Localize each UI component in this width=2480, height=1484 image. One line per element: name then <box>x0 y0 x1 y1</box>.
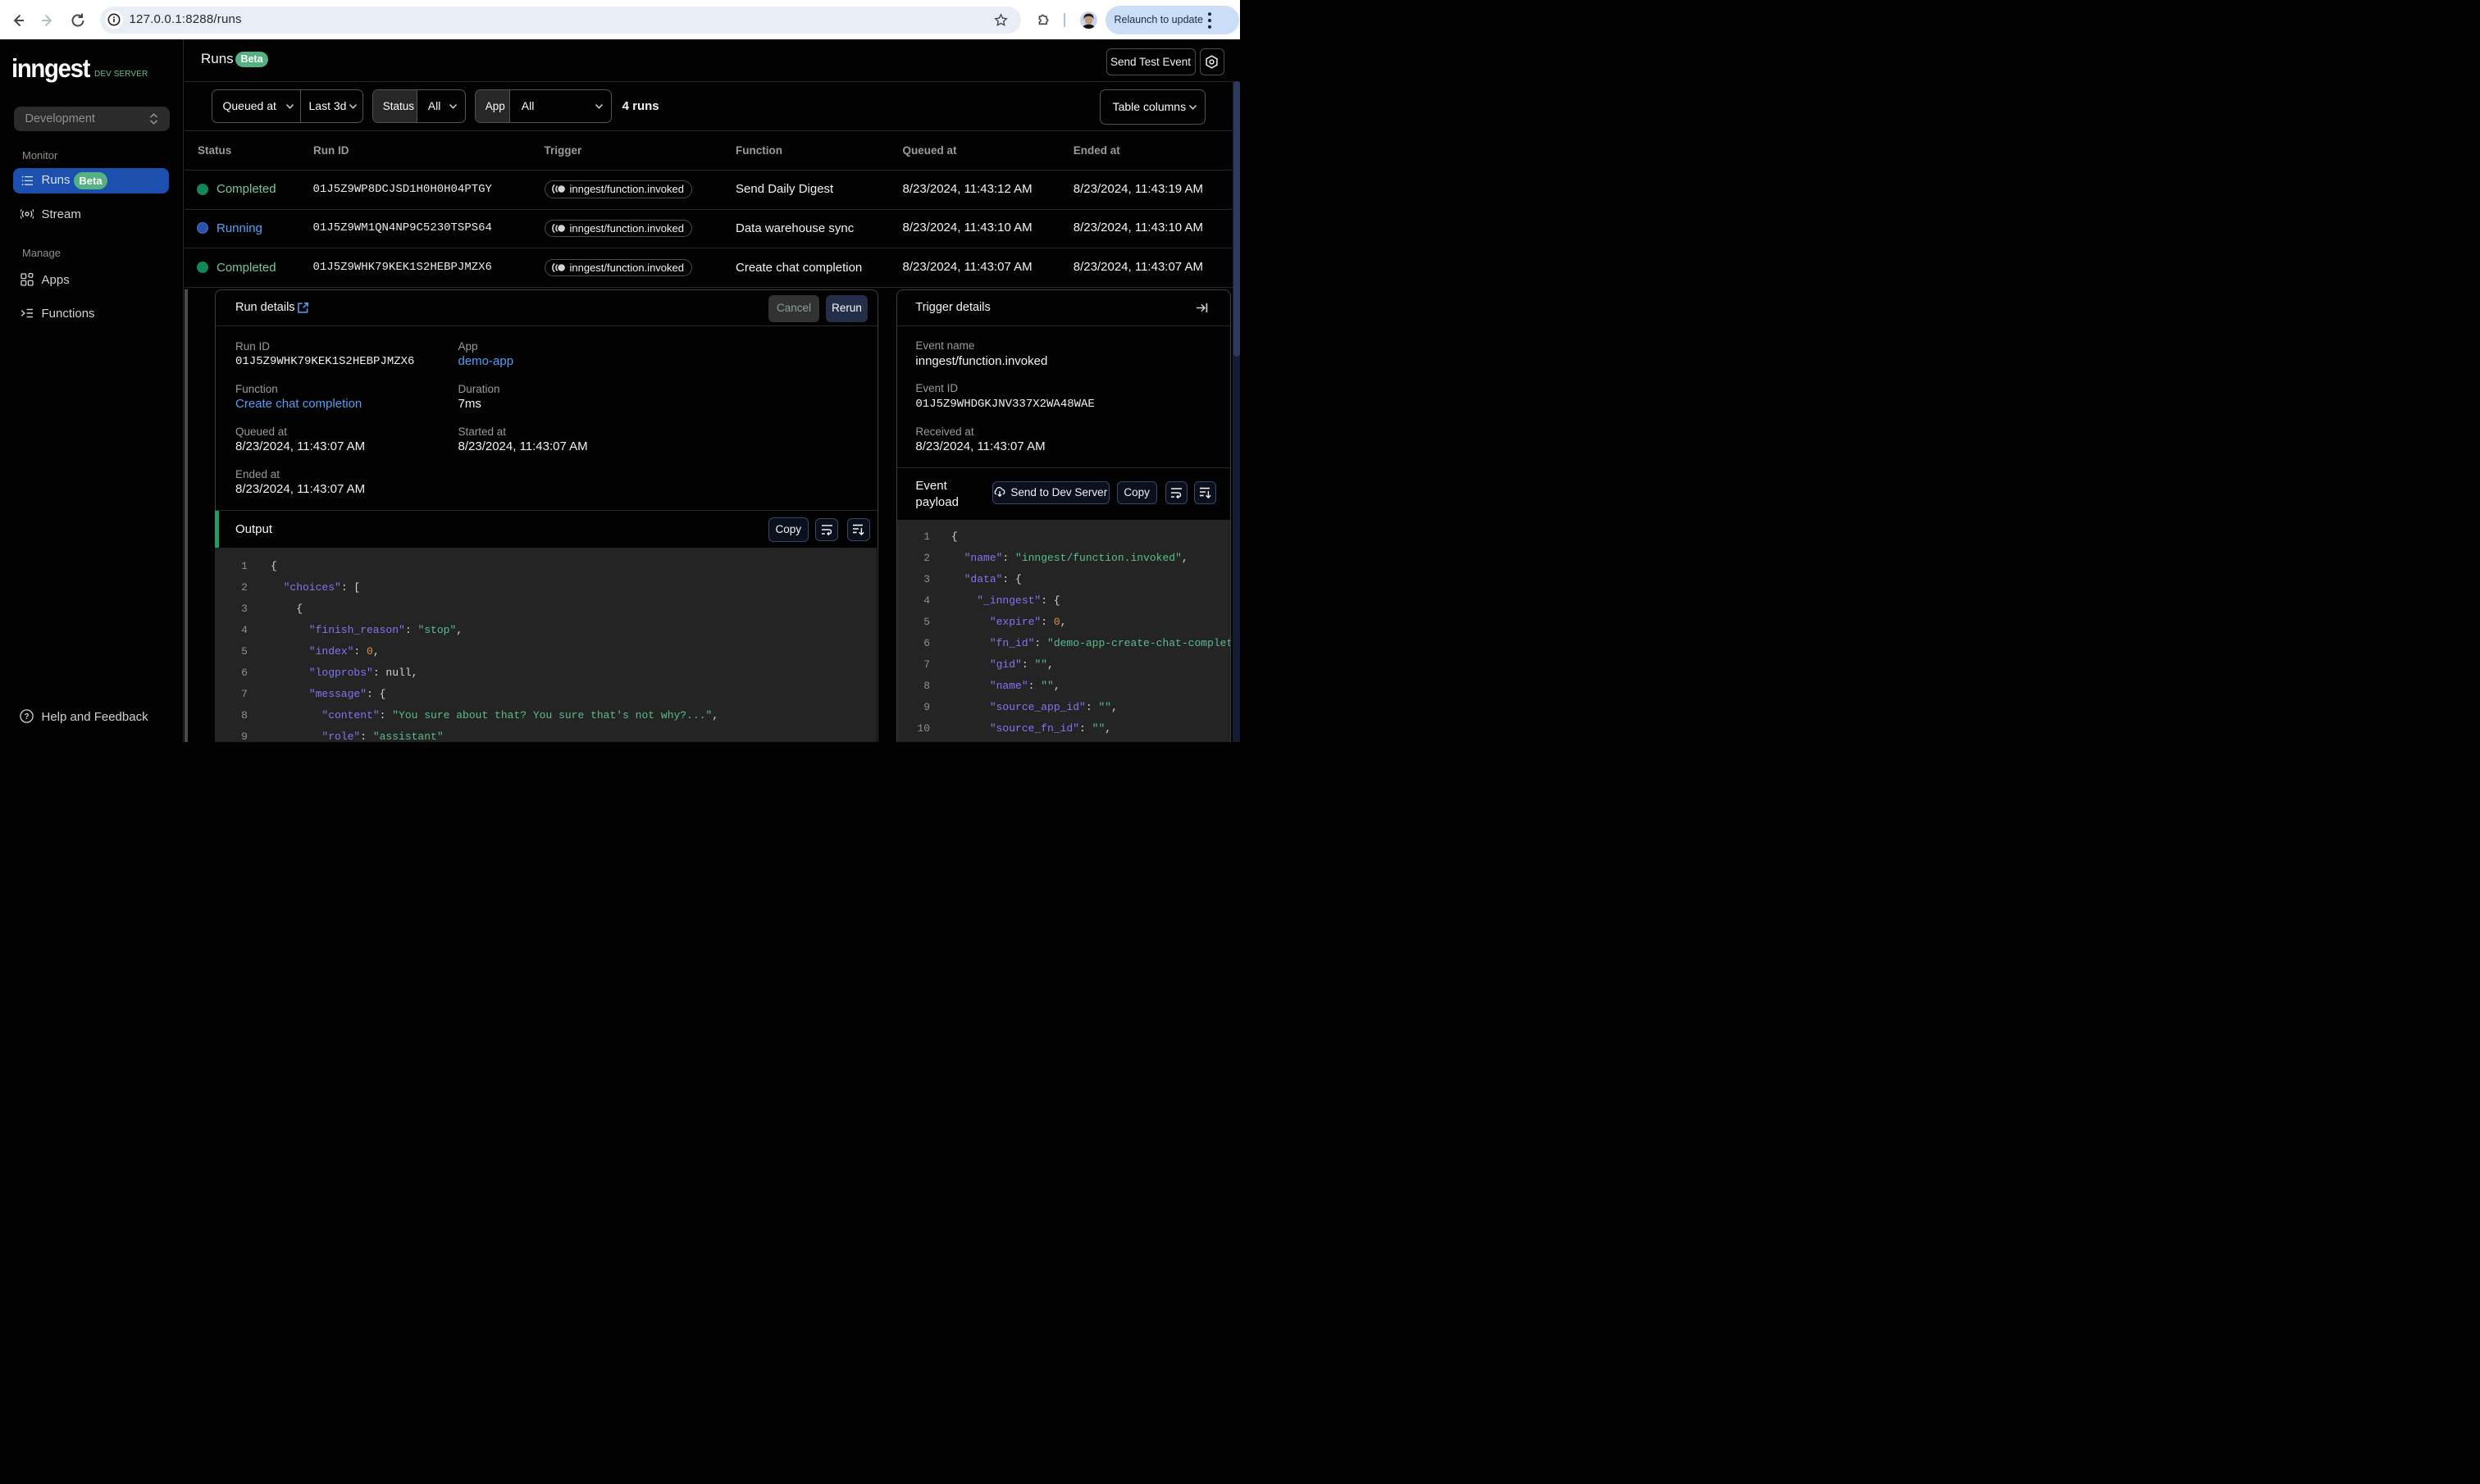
svg-text:?: ? <box>24 712 29 722</box>
